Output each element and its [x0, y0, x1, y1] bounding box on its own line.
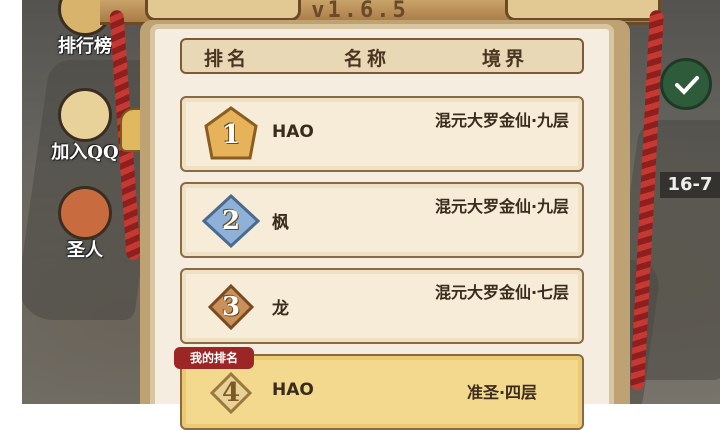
player-name: HAO	[272, 122, 314, 142]
rank-badge-icon: 4	[202, 364, 260, 422]
header-name: 名称	[344, 48, 391, 70]
penguin-icon	[58, 88, 112, 142]
check-badge[interactable]	[660, 58, 712, 110]
silver-medal-icon: 2	[201, 192, 261, 250]
table-row[interactable]: 1 HAO 混元大罗金仙·九层	[180, 96, 584, 172]
stage-level: 16-7	[660, 172, 720, 198]
player-name: 枫	[272, 213, 289, 233]
player-realm: 混元大罗金仙·九层	[434, 111, 570, 130]
table-row[interactable]: 2 枫 混元大罗金仙·九层	[180, 182, 584, 258]
player-name: HAO	[272, 380, 314, 400]
table-header: 排名 名称 境界	[180, 38, 584, 74]
saint-button[interactable]: 圣人	[40, 186, 130, 262]
player-realm: 混元大罗金仙·七层	[434, 283, 570, 302]
player-realm: 准圣·四层	[466, 383, 538, 402]
bronze-medal-icon: 3	[202, 278, 260, 336]
header-realm: 境界	[482, 48, 529, 70]
player-name: 龙	[272, 299, 289, 319]
gift-icon	[58, 186, 112, 240]
header-rank: 排名	[204, 48, 251, 70]
player-realm: 混元大罗金仙·九层	[434, 197, 570, 216]
check-icon	[675, 76, 699, 95]
my-rank-tag: 我的排名	[174, 347, 254, 369]
table-row[interactable]: 3 龙 混元大罗金仙·七层	[180, 268, 584, 344]
gold-medal-icon: 1	[202, 106, 260, 164]
